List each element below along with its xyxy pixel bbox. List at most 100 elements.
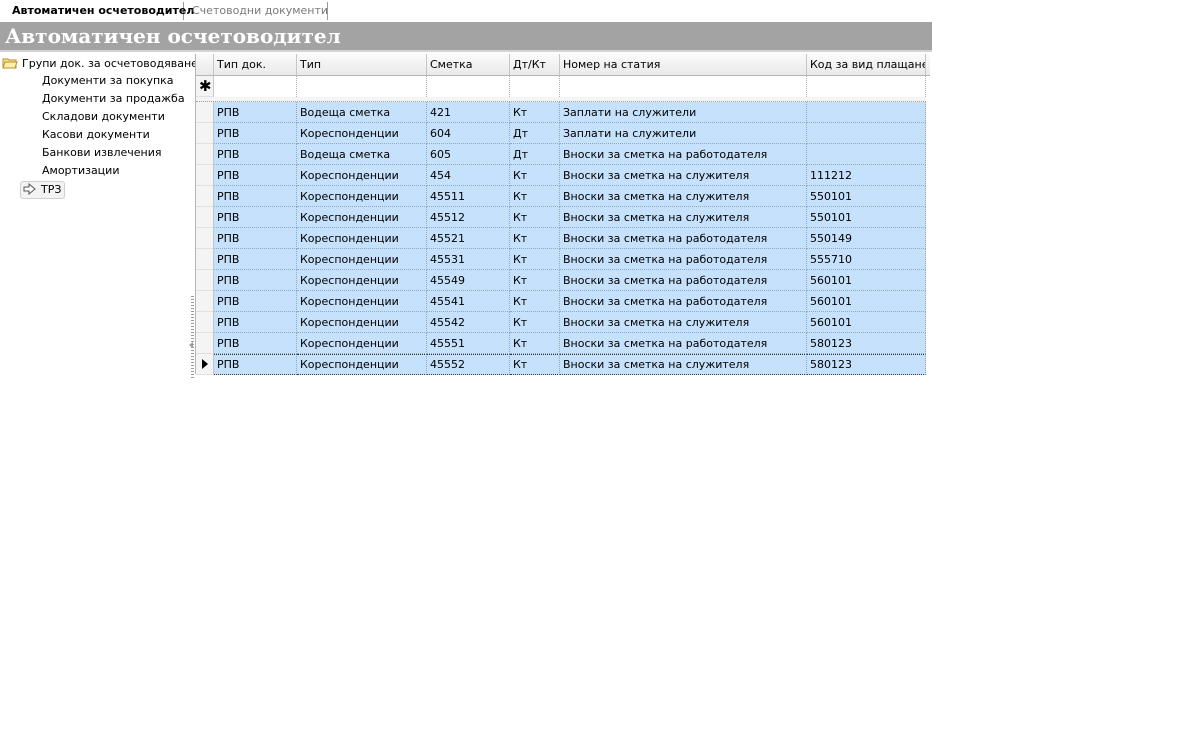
cell-debit-credit[interactable]: Кт xyxy=(510,165,560,186)
table-row[interactable]: РПВ Кореспонденции 45531 Кт Вноски за сметка… xyxy=(196,249,926,270)
header-type[interactable]: Тип xyxy=(297,54,427,75)
cell-doc-type[interactable]: РПВ xyxy=(214,354,297,375)
cell-article-number[interactable]: Вноски за сметка на работодателя xyxy=(560,333,807,354)
table-row[interactable]: РПВ Кореспонденции 45512 Кт Вноски за сметка… xyxy=(196,207,926,228)
header-article-number[interactable]: Номер на статия xyxy=(560,54,807,75)
table-row[interactable]: РПВ Кореспонденции 454 Кт Вноски за сметка н… xyxy=(196,165,926,186)
tree-item-warehouse-documents[interactable]: Складови документи xyxy=(42,108,165,126)
cell-article-number[interactable]: Вноски за сметка на служителя xyxy=(560,207,807,228)
new-cell-payment-code[interactable] xyxy=(807,76,926,97)
cell-account[interactable]: 45549 xyxy=(427,270,510,291)
cell-doc-type[interactable]: РПВ xyxy=(214,144,297,165)
table-row[interactable]: РПВ Кореспонденции 45551 Кт Вноски за сметка… xyxy=(196,333,926,354)
new-cell-type[interactable] xyxy=(297,76,427,97)
cell-type[interactable]: Кореспонденции xyxy=(297,333,427,354)
tree-item-depreciation[interactable]: Амортизации xyxy=(42,162,119,180)
cell-payment-code[interactable]: 555710 xyxy=(807,249,926,270)
cell-article-number[interactable]: Вноски за сметка на служителя xyxy=(560,186,807,207)
cell-type[interactable]: Кореспонденции xyxy=(297,249,427,270)
cell-type[interactable]: Кореспонденции xyxy=(297,165,427,186)
cell-payment-code[interactable]: 111212 xyxy=(807,165,926,186)
row-indicator[interactable] xyxy=(196,270,214,291)
cell-doc-type[interactable]: РПВ xyxy=(214,186,297,207)
tab-accounting-documents[interactable]: Счетоводни документи xyxy=(186,2,328,20)
row-indicator[interactable] xyxy=(196,228,214,249)
cell-doc-type[interactable]: РПВ xyxy=(214,165,297,186)
row-indicator[interactable] xyxy=(196,102,214,123)
new-cell-article-number[interactable] xyxy=(560,76,807,97)
new-cell-debit-credit[interactable] xyxy=(510,76,560,97)
table-row[interactable]: РПВ Кореспонденции 45521 Кт Вноски за сметка… xyxy=(196,228,926,249)
table-row[interactable]: РПВ Водеща сметка 605 Дт Вноски за сметка на… xyxy=(196,144,926,165)
cell-account[interactable]: 45541 xyxy=(427,291,510,312)
row-indicator[interactable] xyxy=(196,186,214,207)
cell-account[interactable]: 45511 xyxy=(427,186,510,207)
cell-account[interactable]: 454 xyxy=(427,165,510,186)
cell-article-number[interactable]: Заплати на служители xyxy=(560,123,807,144)
cell-article-number[interactable]: Вноски за сметка на работодателя xyxy=(560,291,807,312)
cell-article-number[interactable]: Вноски за сметка на работодателя xyxy=(560,144,807,165)
new-row[interactable]: ✱ xyxy=(196,76,926,98)
cell-payment-code[interactable]: 560101 xyxy=(807,291,926,312)
tree-item-bank-statements[interactable]: Банкови извлечения xyxy=(42,144,162,162)
cell-doc-type[interactable]: РПВ xyxy=(214,228,297,249)
cell-type[interactable]: Кореспонденции xyxy=(297,186,427,207)
cell-payment-code[interactable] xyxy=(807,123,926,144)
cell-payment-code[interactable]: 560101 xyxy=(807,312,926,333)
cell-doc-type[interactable]: РПВ xyxy=(214,333,297,354)
cell-type[interactable]: Кореспонденции xyxy=(297,207,427,228)
cell-type[interactable]: Кореспонденции xyxy=(297,312,427,333)
tree-item-purchase-documents[interactable]: Документи за покупка xyxy=(42,72,174,90)
cell-debit-credit[interactable]: Кт xyxy=(510,249,560,270)
cell-account[interactable]: 605 xyxy=(427,144,510,165)
cell-payment-code[interactable]: 550149 xyxy=(807,228,926,249)
row-indicator[interactable] xyxy=(196,312,214,333)
cell-article-number[interactable]: Вноски за сметка на служителя xyxy=(560,354,807,375)
cell-type[interactable]: Водеща сметка xyxy=(297,144,427,165)
cell-payment-code[interactable]: 550101 xyxy=(807,207,926,228)
cell-article-number[interactable]: Вноски за сметка на работодателя xyxy=(560,228,807,249)
cell-account[interactable]: 604 xyxy=(427,123,510,144)
row-indicator[interactable] xyxy=(196,291,214,312)
row-indicator[interactable] xyxy=(196,165,214,186)
splitter-grip[interactable] xyxy=(191,296,194,380)
row-indicator[interactable] xyxy=(196,249,214,270)
cell-debit-credit[interactable]: Дт xyxy=(510,123,560,144)
header-account[interactable]: Сметка xyxy=(427,54,510,75)
header-payment-code[interactable]: Код за вид плащане xyxy=(807,54,926,75)
row-indicator[interactable] xyxy=(196,333,214,354)
cell-debit-credit[interactable]: Кт xyxy=(510,207,560,228)
cell-debit-credit[interactable]: Кт xyxy=(510,102,560,123)
cell-type[interactable]: Кореспонденции xyxy=(297,228,427,249)
cell-debit-credit[interactable]: Кт xyxy=(510,270,560,291)
cell-doc-type[interactable]: РПВ xyxy=(214,123,297,144)
new-cell-doc-type[interactable] xyxy=(214,76,297,97)
tree-item-sales-documents[interactable]: Документи за продажба xyxy=(42,90,185,108)
table-row[interactable]: РПВ Кореспонденции 45511 Кт Вноски за сметка… xyxy=(196,186,926,207)
table-row[interactable]: РПВ Кореспонденции 45549 Кт Вноски за сметка… xyxy=(196,270,926,291)
cell-type[interactable]: Кореспонденции xyxy=(297,291,427,312)
cell-account[interactable]: 45551 xyxy=(427,333,510,354)
cell-debit-credit[interactable]: Кт xyxy=(510,186,560,207)
cell-article-number[interactable]: Вноски за сметка на работодателя xyxy=(560,249,807,270)
header-doc-type[interactable]: Тип док. xyxy=(214,54,297,75)
row-indicator[interactable] xyxy=(196,144,214,165)
table-row[interactable]: РПВ Водеща сметка 421 Кт Заплати на служител… xyxy=(196,102,926,123)
header-debit-credit[interactable]: Дт/Кт xyxy=(510,54,560,75)
cell-article-number[interactable]: Вноски за сметка на работодателя xyxy=(560,270,807,291)
new-cell-account[interactable] xyxy=(427,76,510,97)
cell-type[interactable]: Кореспонденции xyxy=(297,354,427,375)
cell-article-number[interactable]: Заплати на служители xyxy=(560,102,807,123)
cell-account[interactable]: 45512 xyxy=(427,207,510,228)
row-indicator[interactable] xyxy=(196,207,214,228)
cell-account[interactable]: 45531 xyxy=(427,249,510,270)
cell-type[interactable]: Кореспонденции xyxy=(297,270,427,291)
table-row[interactable]: РПВ Кореспонденции 604 Дт Заплати на служите… xyxy=(196,123,926,144)
cell-payment-code[interactable] xyxy=(807,144,926,165)
cell-debit-credit[interactable]: Кт xyxy=(510,228,560,249)
table-row[interactable]: РПВ Кореспонденции 45552 Кт Вноски за сметка… xyxy=(196,354,926,375)
cell-doc-type[interactable]: РПВ xyxy=(214,270,297,291)
cell-doc-type[interactable]: РПВ xyxy=(214,207,297,228)
tree-root-node[interactable]: Групи док. за осчетоводяване xyxy=(2,56,198,72)
cell-debit-credit[interactable]: Кт xyxy=(510,312,560,333)
